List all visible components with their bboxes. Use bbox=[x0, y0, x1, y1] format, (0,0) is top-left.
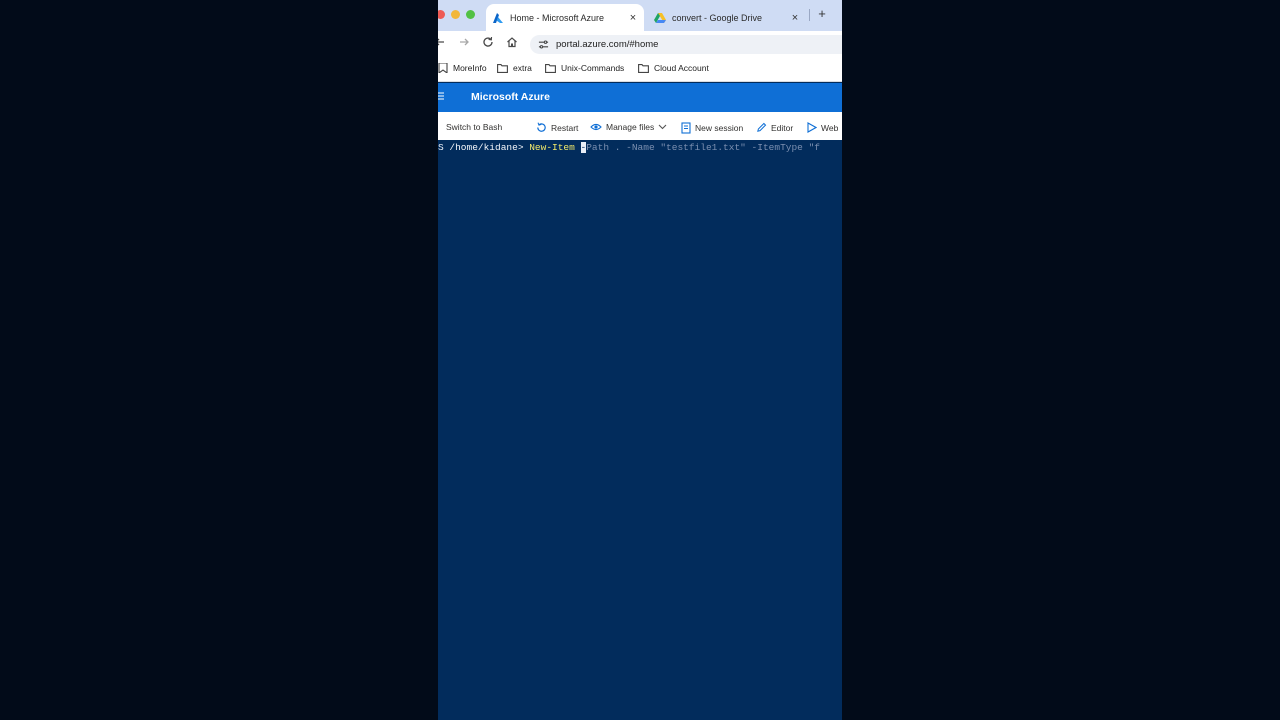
restart-icon bbox=[537, 122, 546, 132]
manage-files-label: Manage files bbox=[606, 122, 655, 132]
bookmark-unix-commands[interactable]: Unix-Commands bbox=[545, 63, 624, 73]
bookmark-label: MoreInfo bbox=[453, 63, 487, 73]
address-text[interactable]: portal.azure.com/#home bbox=[556, 39, 658, 50]
editor-label: Editor bbox=[771, 122, 794, 133]
tab-strip: Home - Microsoft Azure × convert - Googl… bbox=[438, 0, 842, 31]
cloud-shell-toolbar: Switch to Bash Restart Manage files New … bbox=[438, 112, 842, 140]
web-preview-button[interactable]: Web bbox=[807, 122, 838, 133]
bookmark-extra[interactable]: extra bbox=[497, 63, 532, 73]
folder-icon bbox=[497, 63, 508, 73]
autocomplete-suggestion: Path . -Name "testfile1.txt" -ItemType "… bbox=[586, 142, 820, 153]
tab-title: Home - Microsoft Azure bbox=[510, 12, 605, 23]
google-drive-icon bbox=[654, 12, 666, 24]
new-session-button[interactable]: New session bbox=[681, 122, 743, 134]
new-tab-button[interactable]: + bbox=[814, 5, 830, 23]
editor-button[interactable]: Editor bbox=[756, 122, 793, 133]
shell-prompt: /home/kidane> bbox=[443, 142, 530, 153]
folder-icon bbox=[545, 63, 556, 73]
folder-icon bbox=[638, 63, 649, 73]
reload-icon bbox=[483, 36, 493, 47]
home-icon bbox=[507, 37, 517, 48]
web-preview-icon bbox=[807, 122, 817, 133]
menu-icon[interactable] bbox=[438, 92, 446, 102]
bookmarks-bar: MoreInfo extra Unix-Commands Cloud Accou… bbox=[438, 58, 842, 82]
bookmark-cloud-account[interactable]: Cloud Account bbox=[638, 63, 709, 73]
tab-divider bbox=[809, 9, 810, 21]
tab-convert-google-drive[interactable]: convert - Google Drive × bbox=[648, 4, 806, 31]
switch-to-bash-label: Switch to Bash bbox=[446, 122, 503, 132]
back-button[interactable] bbox=[438, 36, 448, 52]
close-window-button[interactable] bbox=[438, 10, 445, 19]
restart-label: Restart bbox=[551, 122, 579, 133]
portal-brand[interactable]: Microsoft Azure bbox=[471, 91, 550, 103]
bookmark-icon bbox=[438, 63, 448, 73]
tab-close-button[interactable]: × bbox=[626, 12, 640, 24]
home-button[interactable] bbox=[504, 36, 520, 52]
chevron-down-icon bbox=[658, 124, 667, 130]
forward-button[interactable] bbox=[456, 36, 472, 52]
file-transfer-icon bbox=[590, 123, 602, 131]
site-info-icon[interactable] bbox=[536, 38, 550, 52]
switch-to-bash-button[interactable]: Switch to Bash bbox=[446, 122, 502, 132]
new-session-label: New session bbox=[695, 123, 744, 133]
manage-files-button[interactable]: Manage files bbox=[590, 122, 671, 132]
tab-home-microsoft-azure[interactable]: Home - Microsoft Azure × bbox=[486, 4, 644, 31]
reload-button[interactable] bbox=[480, 36, 496, 52]
bookmark-label: extra bbox=[513, 63, 532, 73]
browser-window: Home - Microsoft Azure × convert - Googl… bbox=[438, 0, 842, 720]
maximize-window-button[interactable] bbox=[466, 10, 475, 19]
browser-toolbar: portal.azure.com/#home bbox=[438, 31, 842, 58]
azure-portal-header: Microsoft Azure bbox=[438, 83, 842, 112]
bookmark-moreinfo[interactable]: MoreInfo bbox=[438, 63, 487, 73]
typed-command: New-Item bbox=[529, 142, 581, 153]
new-session-icon bbox=[681, 122, 691, 134]
terminal-pane[interactable]: S /home/kidane> New-Item -Path . -Name "… bbox=[438, 140, 842, 720]
azure-icon bbox=[492, 12, 504, 24]
arrow-right-icon bbox=[460, 38, 469, 46]
arrow-left-icon bbox=[438, 38, 444, 46]
web-preview-label: Web bbox=[821, 122, 839, 133]
minimize-window-button[interactable] bbox=[451, 10, 460, 19]
bookmark-label: Cloud Account bbox=[654, 63, 709, 73]
bookmark-label: Unix-Commands bbox=[561, 63, 625, 73]
terminal-command-line: S /home/kidane> New-Item -Path . -Name "… bbox=[438, 142, 820, 153]
pencil-icon bbox=[757, 122, 767, 132]
restart-button[interactable]: Restart bbox=[536, 122, 578, 133]
tab-close-button[interactable]: × bbox=[788, 12, 802, 24]
address-bar[interactable]: portal.azure.com/#home bbox=[530, 35, 842, 54]
tab-title: convert - Google Drive bbox=[672, 12, 763, 23]
